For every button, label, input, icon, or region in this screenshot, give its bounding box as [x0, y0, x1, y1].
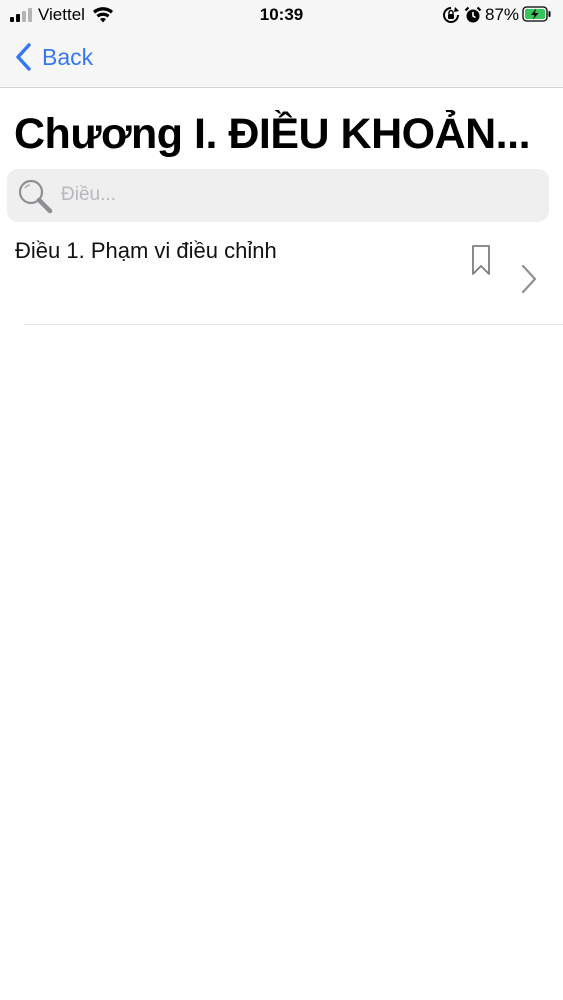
screen: Viettel 10:39 87% Back Chương I. ĐIỀU KH… — [0, 0, 563, 1000]
battery-percent: 87% — [485, 5, 520, 24]
status-bar: Viettel 10:39 87% — [0, 0, 563, 30]
search-bar[interactable] — [7, 169, 549, 222]
chevron-left-icon — [16, 43, 31, 71]
chevron-right-icon — [521, 264, 537, 294]
back-label: Back — [42, 43, 94, 70]
search-input[interactable] — [61, 179, 531, 211]
alarm-icon — [464, 6, 482, 29]
list-separator — [24, 324, 563, 325]
list-item[interactable]: Điều 1. Phạm vi điều chỉnh — [0, 228, 563, 325]
article-title: Điều 1. Phạm vi điều chỉnh — [15, 238, 277, 263]
bookmark-icon[interactable] — [470, 244, 492, 276]
search-icon — [18, 179, 53, 214]
rotation-lock-icon — [442, 6, 460, 29]
page-title: Chương I. ĐIỀU KHOẢN... — [14, 110, 531, 158]
battery-charging-icon — [522, 6, 551, 22]
back-button[interactable]: Back — [14, 42, 93, 72]
navigation-bar: Back — [0, 30, 563, 88]
